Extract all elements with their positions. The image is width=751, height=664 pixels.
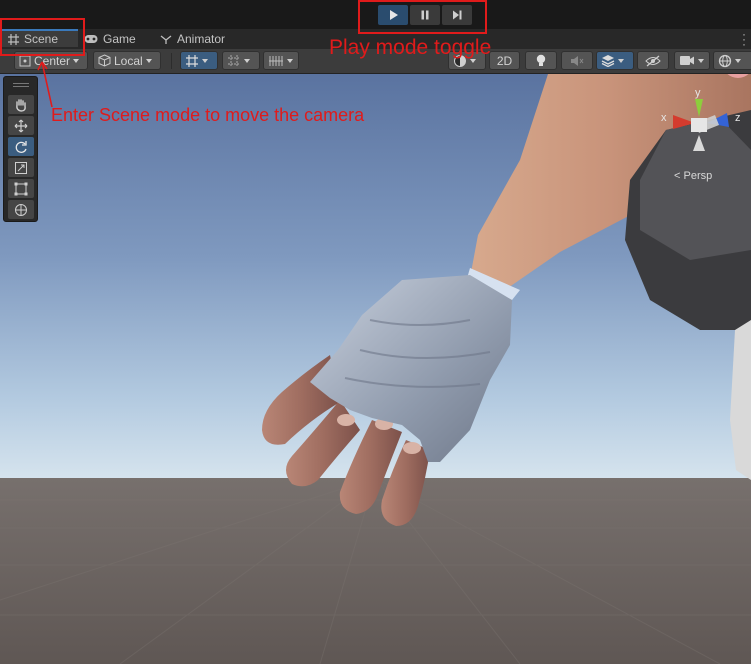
annotation-play-text: Play mode toggle <box>329 36 492 59</box>
annotation-scene-text: Enter Scene mode to move the camera <box>51 105 365 125</box>
annotation-arrow <box>37 61 53 108</box>
